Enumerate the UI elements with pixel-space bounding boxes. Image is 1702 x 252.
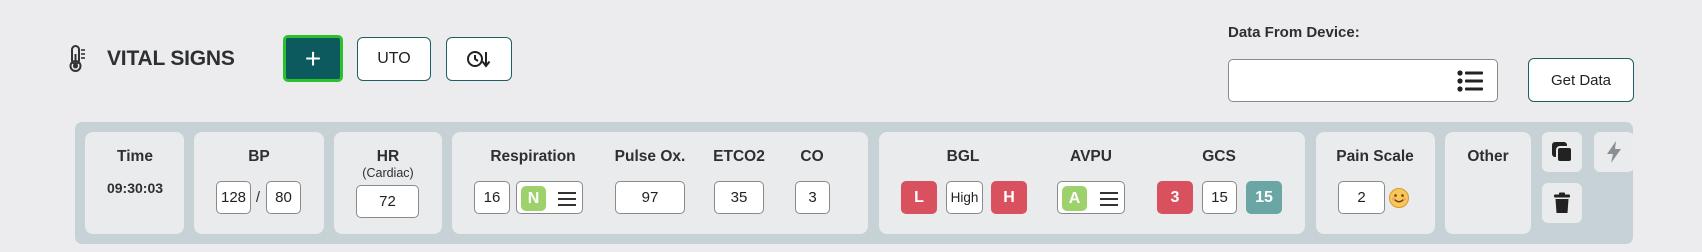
pain-scale-label: Pain Scale xyxy=(1336,148,1414,165)
clock-sort-button[interactable] xyxy=(446,37,512,81)
thermometer-icon xyxy=(66,44,90,74)
bgl-high-button[interactable]: H xyxy=(991,181,1027,214)
bp-separator: / xyxy=(255,189,261,206)
bp-card: BP 128 / 80 xyxy=(194,132,324,234)
delete-button[interactable] xyxy=(1542,183,1582,223)
hr-label: HR xyxy=(376,148,400,165)
list-icon[interactable] xyxy=(1457,70,1483,92)
menu-icon[interactable] xyxy=(558,192,576,206)
bp-label: BP xyxy=(248,148,270,165)
device-label: Data From Device: xyxy=(1228,24,1360,41)
pain-scale-card: Pain Scale 2 xyxy=(1316,132,1435,234)
etco2-label: ETCO2 xyxy=(713,148,765,165)
gcs-score-b-input[interactable]: 15 xyxy=(1202,181,1237,214)
respiration-input[interactable]: 16 xyxy=(474,181,510,214)
co-input[interactable]: 3 xyxy=(795,181,830,214)
page-title: VITAL SIGNS xyxy=(107,47,235,70)
lightning-icon xyxy=(1607,141,1621,163)
bp-systolic-input[interactable]: 128 xyxy=(216,181,251,214)
other-label: Other xyxy=(1467,148,1509,165)
respiration-card: Respiration 16 N Pulse Ox. 97 ETCO2 35 C… xyxy=(452,132,868,234)
pulse-ox-label: Pulse Ox. xyxy=(614,148,686,165)
respiration-status-selector[interactable]: N xyxy=(516,181,583,214)
other-card[interactable]: Other xyxy=(1445,132,1531,234)
etco2-input[interactable]: 35 xyxy=(714,181,764,214)
trash-icon xyxy=(1554,192,1570,213)
neuro-card: BGL L High H AVPU A GCS 3 15 15 xyxy=(879,132,1305,234)
uto-button[interactable]: UTO xyxy=(357,37,431,81)
time-label: Time xyxy=(117,148,153,165)
pain-scale-input[interactable]: 2 xyxy=(1338,181,1385,214)
hr-sublabel: (Cardiac) xyxy=(362,166,414,180)
copy-icon xyxy=(1552,142,1573,163)
get-data-button[interactable]: Get Data xyxy=(1528,58,1634,102)
clock-sort-icon xyxy=(467,51,491,68)
time-card: Time 09:30:03 xyxy=(85,132,184,234)
vitals-bar: Time 09:30:03 BP 128 / 80 HR (Cardiac) 7… xyxy=(75,122,1634,244)
gcs-score-a[interactable]: 3 xyxy=(1157,181,1193,214)
copy-button[interactable] xyxy=(1542,132,1582,172)
smiley-face-icon xyxy=(1388,187,1410,214)
avpu-selector[interactable]: A xyxy=(1057,181,1125,214)
lightning-button[interactable] xyxy=(1594,132,1634,172)
pulse-ox-input[interactable]: 97 xyxy=(615,181,685,214)
respiration-status-badge: N xyxy=(521,186,546,211)
menu-icon[interactable] xyxy=(1100,192,1118,206)
add-vitals-button[interactable]: + xyxy=(283,35,343,82)
bgl-label: BGL xyxy=(946,148,980,165)
gcs-label: GCS xyxy=(1202,148,1236,165)
bp-diastolic-input[interactable]: 80 xyxy=(266,181,301,214)
device-input[interactable] xyxy=(1228,59,1498,102)
co-label: CO xyxy=(800,148,824,165)
respiration-label: Respiration xyxy=(490,148,576,165)
hr-card: HR (Cardiac) 72 xyxy=(334,132,442,234)
avpu-status-badge: A xyxy=(1062,186,1087,211)
gcs-total-badge: 15 xyxy=(1246,181,1282,214)
avpu-label: AVPU xyxy=(1070,148,1112,165)
bgl-low-button[interactable]: L xyxy=(901,181,937,214)
bgl-input[interactable]: High xyxy=(946,181,983,214)
time-value: 09:30:03 xyxy=(106,180,164,196)
hr-input[interactable]: 72 xyxy=(356,185,419,218)
